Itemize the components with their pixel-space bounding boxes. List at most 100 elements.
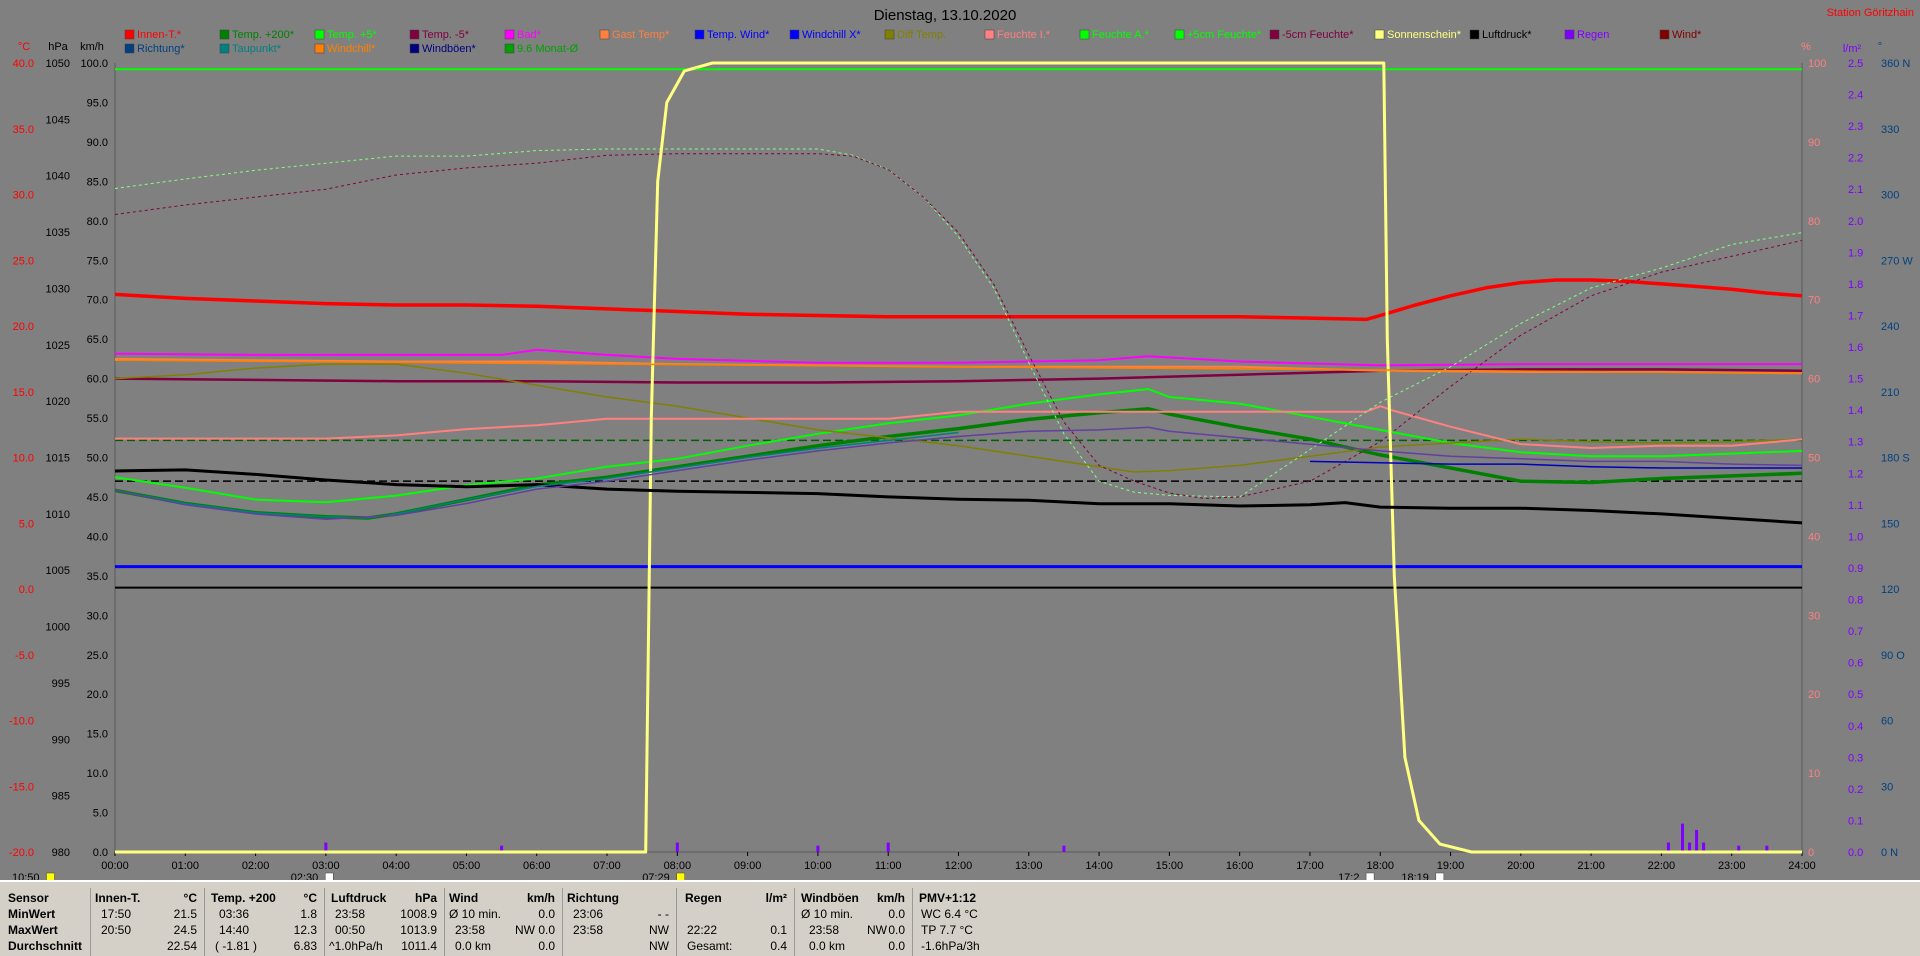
time-marker-box xyxy=(324,872,334,880)
pmv-title: PMV+1:12 xyxy=(919,891,977,905)
rain-tick-label: 2.1 xyxy=(1848,184,1863,196)
pressure-tick-label: 1045 xyxy=(46,114,70,126)
direction-tick-label: 180 S xyxy=(1881,453,1910,465)
rain-tick-label: 1.0 xyxy=(1848,531,1863,543)
boeen-max: 0.0 xyxy=(888,923,905,937)
legend-label: -5cm Feuchte* xyxy=(1282,29,1354,41)
time-marker-box xyxy=(676,872,685,880)
legend-swatch xyxy=(789,29,800,40)
speed-tick-label: 60.0 xyxy=(87,374,108,386)
wind-title: Wind xyxy=(449,891,479,905)
legend-swatch xyxy=(1564,29,1575,40)
chart-title: Dienstag, 13.10.2020 xyxy=(874,7,1017,24)
rain-tick-label: 1.9 xyxy=(1848,247,1863,259)
x-tick-label: 09:00 xyxy=(734,860,762,872)
rain-tick-label: 2.4 xyxy=(1848,90,1863,102)
rain-tick-label: 2.3 xyxy=(1848,121,1863,133)
legend-label: Regen xyxy=(1577,29,1609,41)
druck-max-time: 00:50 xyxy=(335,923,366,937)
rain-tick-label: 1.6 xyxy=(1848,342,1863,354)
temp-tick-label: -10.0 xyxy=(9,716,34,728)
temp-tick-label: -5.0 xyxy=(15,650,34,662)
regen-unit: l/m² xyxy=(765,891,787,905)
x-tick-label: 00:00 xyxy=(101,860,129,872)
direction-tick-label: 150 xyxy=(1881,518,1899,530)
speed-tick-label: 15.0 xyxy=(87,729,108,741)
label-avg: Durchschnitt xyxy=(8,939,83,953)
direction-tick-label: 0 N xyxy=(1881,847,1898,859)
legend-swatch xyxy=(1079,29,1090,40)
temp-tick-label: 0.0 xyxy=(19,584,34,596)
rain-tick-label: 0.5 xyxy=(1848,689,1863,701)
rain-axis-unit: l/m² xyxy=(1843,43,1862,55)
time-marker-label: 02:30 xyxy=(291,872,319,880)
temp-tick-label: 5.0 xyxy=(19,518,34,530)
rain-bar xyxy=(886,842,890,852)
x-tick-label: 12:00 xyxy=(945,860,973,872)
wind-max-dir: NW xyxy=(515,923,535,937)
percent-axis-unit: % xyxy=(1801,41,1811,53)
x-tick-label: 05:00 xyxy=(453,860,481,872)
speed-tick-label: 45.0 xyxy=(87,492,108,504)
temp-tick-label: 35.0 xyxy=(13,124,34,136)
regen-avg: 0.4 xyxy=(770,939,787,953)
x-tick-label: 24:00 xyxy=(1788,860,1816,872)
pressure-tick-label: 1040 xyxy=(46,171,70,183)
x-tick-label: 15:00 xyxy=(1156,860,1184,872)
rain-tick-label: 0.6 xyxy=(1848,658,1863,670)
x-tick-label: 17:00 xyxy=(1296,860,1324,872)
direction-tick-label: 360 N xyxy=(1881,58,1910,70)
speed-axis-unit: km/h xyxy=(80,41,104,53)
rain-tick-label: 1.4 xyxy=(1848,405,1863,417)
direction-tick-label: 90 O xyxy=(1881,650,1905,662)
wind-max-time: 23:58 xyxy=(455,923,486,937)
legend-swatch xyxy=(1469,29,1480,40)
speed-tick-label: 0.0 xyxy=(93,847,108,859)
legend-swatch xyxy=(124,43,135,54)
percent-tick-label: 0 xyxy=(1808,847,1814,859)
x-tick-label: 23:00 xyxy=(1718,860,1746,872)
x-tick-label: 04:00 xyxy=(382,860,410,872)
rain-tick-label: 1.7 xyxy=(1848,310,1863,322)
percent-tick-label: 60 xyxy=(1808,374,1820,386)
speed-tick-label: 90.0 xyxy=(87,137,108,149)
speed-tick-label: 35.0 xyxy=(87,571,108,583)
time-marker-label: 10:50 xyxy=(12,872,40,880)
druck-avg: 1011.4 xyxy=(401,939,437,953)
stats-panel: Sensor MinWert MaxWert Durchschnitt Inne… xyxy=(0,880,1920,956)
rain-tick-label: 1.5 xyxy=(1848,374,1863,386)
pressure-tick-label: 1025 xyxy=(46,340,70,352)
legend-label: Temp. Wind* xyxy=(707,29,770,41)
rain-tick-label: 0.8 xyxy=(1848,595,1863,607)
druck-min-time: 23:58 xyxy=(335,907,366,921)
wind-max: 0.0 xyxy=(538,923,555,937)
x-tick-label: 03:00 xyxy=(312,860,340,872)
legend-label: Windchill X* xyxy=(802,29,861,41)
speed-tick-label: 10.0 xyxy=(87,768,108,780)
direction-tick-label: 300 xyxy=(1881,190,1899,202)
regen-max-time: 22:22 xyxy=(687,923,718,937)
stats-wind: Wind km/h Ø 10 min. 0.0 23:58 NW 0.0 0.0… xyxy=(444,888,561,956)
legend-label: Wind* xyxy=(1672,29,1702,41)
time-marker-box xyxy=(1435,872,1445,880)
speed-tick-label: 65.0 xyxy=(87,334,108,346)
legend-label: Feuchte I.* xyxy=(997,29,1051,41)
x-tick-label: 21:00 xyxy=(1577,860,1605,872)
direction-tick-label: 60 xyxy=(1881,716,1893,728)
x-tick-label: 08:00 xyxy=(664,860,692,872)
speed-tick-label: 95.0 xyxy=(87,97,108,109)
rain-tick-label: 0.9 xyxy=(1848,563,1863,575)
direction-tick-label: 240 xyxy=(1881,321,1899,333)
x-tick-label: 06:00 xyxy=(523,860,551,872)
wind-unit: km/h xyxy=(526,891,555,905)
legend-label: Richtung* xyxy=(137,43,185,55)
legend-label: Taupunkt* xyxy=(232,43,282,55)
regen-title: Regen xyxy=(685,891,722,905)
x-tick-label: 01:00 xyxy=(172,860,200,872)
rain-bar xyxy=(1695,829,1699,852)
rain-tick-label: 0.0 xyxy=(1848,847,1863,859)
speed-tick-label: 100.0 xyxy=(80,58,108,70)
rain-tick-label: 1.1 xyxy=(1848,500,1863,512)
temp-tick-label: 30.0 xyxy=(13,190,34,202)
x-tick-label: 14:00 xyxy=(1085,860,1113,872)
